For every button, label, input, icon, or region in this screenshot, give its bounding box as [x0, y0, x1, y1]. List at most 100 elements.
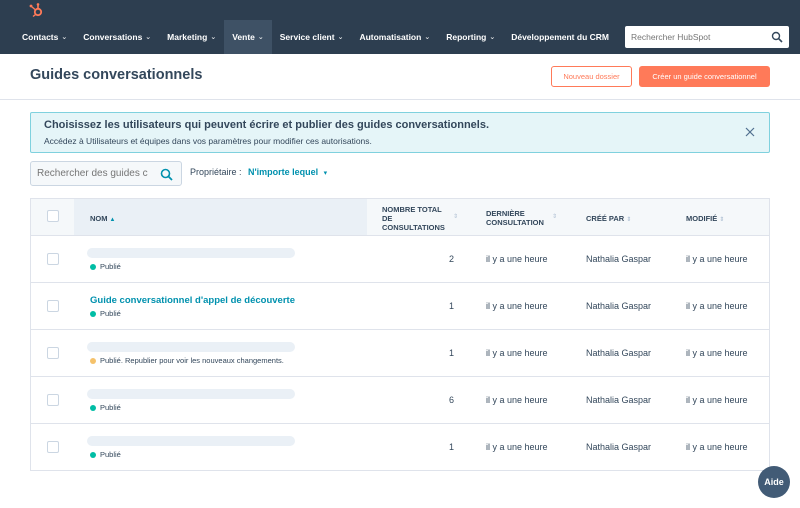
- create-playbook-button[interactable]: Créer un guide conversationnel: [639, 66, 770, 87]
- playbook-search[interactable]: [30, 161, 182, 186]
- title-placeholder: [87, 342, 295, 352]
- modified: il y a une heure: [686, 442, 748, 452]
- column-header-name[interactable]: Nom ▲: [90, 214, 115, 225]
- created-by: Nathalia Gaspar: [586, 254, 652, 264]
- status-text: Publié: [100, 309, 121, 318]
- nav-item-label: Service client: [279, 32, 335, 42]
- row-checkbox[interactable]: [47, 300, 59, 312]
- table-row[interactable]: Publié 1 il y a une heure Nathalia Gaspa…: [31, 424, 769, 471]
- status-indicator: Publié: [90, 309, 121, 318]
- sort-icon[interactable]: ⇕: [453, 213, 458, 220]
- nav-item-2[interactable]: Marketing ⌄: [159, 20, 224, 54]
- created-by: Nathalia Gaspar: [586, 442, 652, 452]
- search-icon[interactable]: [771, 31, 783, 43]
- nav-item-0[interactable]: Contacts ⌄: [0, 20, 75, 54]
- global-search-input[interactable]: [631, 32, 771, 42]
- created-by: Nathalia Gaspar: [586, 395, 652, 405]
- last-view: il y a une heure: [486, 395, 548, 405]
- views-count: 1: [448, 301, 454, 311]
- playbook-title-link[interactable]: Guide conversationnel d'appel de découve…: [90, 295, 295, 306]
- owner-filter-dropdown[interactable]: N'importe lequel ▾: [248, 167, 327, 177]
- nav-item-label: Contacts: [22, 32, 59, 42]
- column-header-views[interactable]: Nombre total de consultations: [382, 205, 445, 232]
- views-count: 2: [448, 254, 454, 264]
- nav-item-label: Vente: [232, 32, 255, 42]
- created-by: Nathalia Gaspar: [586, 348, 652, 358]
- status-text: Publié: [100, 403, 121, 412]
- modified: il y a une heure: [686, 395, 748, 405]
- modified: il y a une heure: [686, 254, 748, 264]
- nav-item-label: Automatisation: [359, 32, 422, 42]
- close-icon[interactable]: [745, 127, 755, 137]
- playbooks-table: Nom ▲ Nombre total de consultations ⇕ Der…: [30, 198, 770, 471]
- new-folder-button[interactable]: Nouveau dossier: [551, 66, 632, 87]
- last-view: il y a une heure: [486, 254, 548, 264]
- table-row[interactable]: Publié 6 il y a une heure Nathalia Gaspa…: [31, 377, 769, 424]
- row-checkbox[interactable]: [47, 253, 59, 265]
- nav-item-label: Conversations: [83, 32, 143, 42]
- nav-item-3[interactable]: Vente ⌄: [224, 20, 272, 54]
- chevron-down-icon: ⌄: [210, 34, 217, 41]
- modified: il y a une heure: [686, 348, 748, 358]
- playbook-search-input[interactable]: [37, 168, 155, 179]
- nav-item-5[interactable]: Automatisation ⌄: [351, 20, 438, 54]
- column-created-by-label: Créé par: [586, 214, 625, 223]
- column-views-label-3: consultations: [382, 223, 445, 232]
- nav-item-6[interactable]: Reporting ⌄: [438, 20, 503, 54]
- column-views-label-2: de: [382, 214, 393, 223]
- status-text: Publié: [100, 262, 121, 271]
- chevron-down-icon: ⌄: [337, 34, 344, 41]
- search-icon[interactable]: [160, 168, 173, 181]
- nav-item-4[interactable]: Service client ⌄: [272, 20, 352, 54]
- chevron-down-icon: ⌄: [61, 34, 68, 41]
- column-modified-label: Modifié: [686, 214, 718, 223]
- views-count: 6: [448, 395, 454, 405]
- top-bar: [0, 0, 800, 20]
- permissions-alert: Choisissez les utilisateurs qui peuvent …: [30, 112, 770, 153]
- chevron-down-icon: ⌄: [424, 34, 431, 41]
- row-checkbox[interactable]: [47, 347, 59, 359]
- page-header: Guides conversationnels Nouveau dossier …: [0, 54, 800, 100]
- column-name-label: Nom: [90, 214, 108, 223]
- global-search[interactable]: [625, 26, 789, 48]
- column-header-modified[interactable]: Modifié ⇕: [686, 214, 724, 225]
- sort-icon: ⇕: [626, 217, 632, 223]
- row-checkbox[interactable]: [47, 394, 59, 406]
- help-button[interactable]: Aide: [758, 466, 790, 498]
- sort-icon[interactable]: ⇕: [552, 213, 557, 220]
- table-row[interactable]: Publié. Republier pour voir les nouveaux…: [31, 330, 769, 377]
- column-header-created-by[interactable]: Créé par ⇕: [586, 214, 631, 225]
- nav-item-7[interactable]: Développement du CRM: [503, 20, 617, 54]
- column-header-last-view[interactable]: Dernière consultation: [486, 209, 544, 227]
- chevron-down-icon: ⌄: [257, 34, 264, 41]
- status-indicator: Publié: [90, 403, 121, 412]
- table-header: Nom ▲ Nombre total de consultations ⇕ Der…: [31, 199, 769, 236]
- nav-items: Contacts ⌄ Conversations ⌄ Marketing ⌄ Vente ⌄ S…: [0, 20, 617, 54]
- views-count: 1: [448, 348, 454, 358]
- status-dot-icon: [90, 263, 96, 270]
- nav-item-1[interactable]: Conversations ⌄: [75, 20, 159, 54]
- status-dot-icon: [90, 451, 96, 458]
- alert-text: Accédez à Utilisateurs et équipes dans v…: [44, 136, 372, 146]
- row-checkbox[interactable]: [47, 441, 59, 453]
- status-text: Publié: [100, 450, 121, 459]
- nav-item-label: Reporting: [446, 32, 487, 42]
- table-row[interactable]: Guide conversationnel d'appel de découve…: [31, 283, 769, 330]
- alert-title: Choisissez les utilisateurs qui peuvent …: [44, 119, 490, 131]
- status-dot-icon: [90, 310, 96, 317]
- hubspot-logo-icon[interactable]: [28, 2, 44, 18]
- status-text: Publié. Republier pour voir les nouveaux…: [100, 356, 284, 365]
- page-title: Guides conversationnels: [30, 67, 203, 83]
- table-row[interactable]: Publié 2 il y a une heure Nathalia Gaspa…: [31, 236, 769, 283]
- status-dot-icon: [90, 357, 96, 364]
- table-body: Publié 2 il y a une heure Nathalia Gaspa…: [31, 236, 769, 471]
- nav-item-label: Développement du CRM: [511, 32, 609, 42]
- title-placeholder: [87, 248, 295, 258]
- last-view: il y a une heure: [486, 348, 548, 358]
- chevron-down-icon: ⌄: [489, 34, 496, 41]
- owner-filter-value: N'importe lequel: [248, 167, 319, 177]
- column-last-view-label-1: Dernière: [486, 209, 525, 218]
- select-all-checkbox[interactable]: [47, 210, 59, 222]
- sort-ascending-icon: ▲: [109, 217, 116, 223]
- views-count: 1: [448, 442, 454, 452]
